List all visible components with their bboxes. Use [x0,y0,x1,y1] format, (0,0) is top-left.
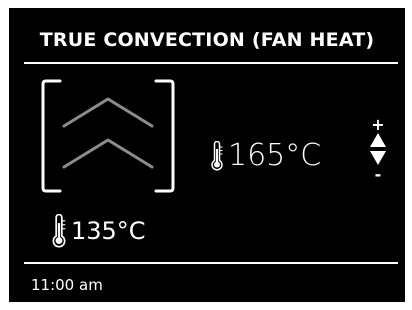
thermometer-icon [211,141,223,171]
convection-mode-icon[interactable] [38,78,178,194]
oven-display: TRUE CONVECTION (FAN HEAT) 165°C + - 135… [9,8,405,302]
bottom-divider [24,262,398,264]
thermometer-icon [52,214,66,248]
mode-title: TRUE CONVECTION (FAN HEAT) [39,29,375,51]
current-temperature-value: 135°C [71,217,146,245]
setpoint-temperature[interactable]: 165°C [210,133,321,179]
setpoint-value: 165°C [228,138,322,173]
up-down-arrows-icon[interactable]: + - [365,116,391,182]
clock-time: 11:00 am [31,276,103,294]
arrow-up-icon [370,133,386,147]
top-divider [24,62,398,64]
plus-icon: + [371,116,384,134]
current-temperature: 135°C [51,211,146,251]
decrease-button[interactable]: - [370,151,386,182]
minus-icon: - [375,165,382,182]
increase-button[interactable]: + [370,116,386,147]
arrow-down-icon [370,151,386,165]
